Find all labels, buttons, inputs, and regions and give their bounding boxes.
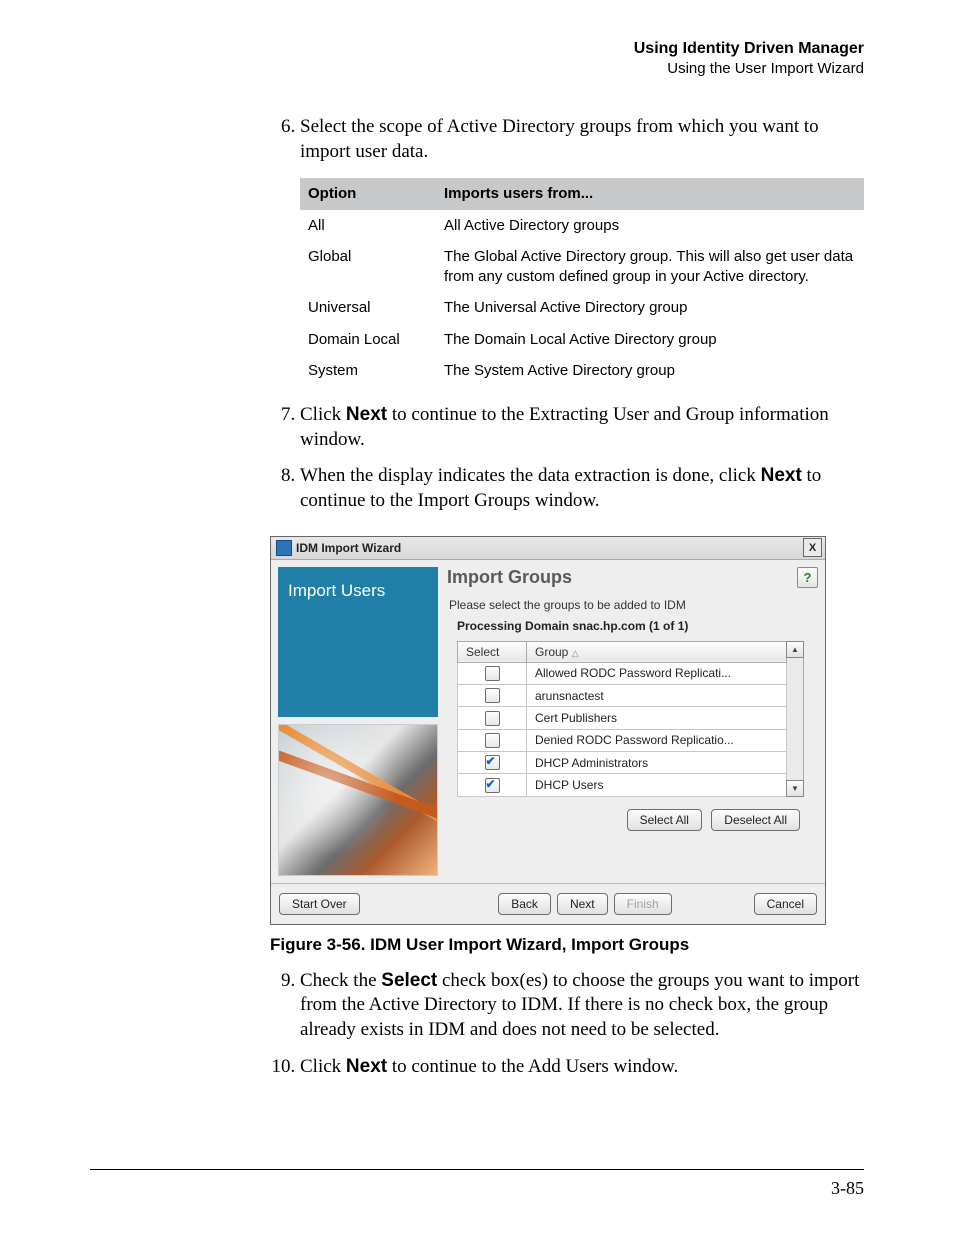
close-icon[interactable]: X	[803, 538, 822, 557]
app-icon	[276, 540, 292, 556]
checkbox[interactable]	[485, 778, 500, 793]
wizard-heading: Import Groups	[447, 567, 797, 588]
steps-list-2: Check the Select check box(es) to choose…	[270, 969, 864, 1080]
table-row: UniversalThe Universal Active Directory …	[300, 292, 864, 324]
checkbox[interactable]	[485, 733, 500, 748]
scroll-up-icon[interactable]: ▲	[786, 641, 804, 658]
table-row: Cert Publishers	[458, 707, 787, 729]
help-icon[interactable]: ?	[797, 567, 818, 588]
page-footer-rule	[90, 1169, 864, 1170]
step-6: Select the scope of Active Directory gro…	[300, 115, 864, 387]
checkbox[interactable]	[485, 666, 500, 681]
finish-button: Finish	[614, 893, 672, 915]
table-row: GlobalThe Global Active Directory group.…	[300, 241, 864, 292]
next-button[interactable]: Next	[557, 893, 608, 915]
table-row: DHCP Users	[458, 774, 787, 796]
group-name[interactable]: DHCP Users	[527, 774, 787, 796]
header-section: Using the User Import Wizard	[90, 60, 864, 77]
table-row: Domain LocalThe Domain Local Active Dire…	[300, 324, 864, 356]
processing-label: Processing Domain snac.hp.com (1 of 1)	[457, 619, 812, 633]
options-table: Option Imports users from... AllAll Acti…	[300, 178, 864, 387]
wizard-figure: IDM Import Wizard X Import Users Import …	[270, 536, 826, 925]
group-name[interactable]: DHCP Administrators	[527, 751, 787, 773]
window-title: IDM Import Wizard	[296, 541, 803, 555]
step-9: Check the Select check box(es) to choose…	[300, 969, 864, 1043]
page-number: 3-85	[90, 1178, 864, 1199]
table-row: AllAll Active Directory groups	[300, 210, 864, 242]
wizard-footer: Start Over Back Next Finish Cancel	[271, 883, 825, 924]
th-desc: Imports users from...	[436, 178, 864, 210]
scroll-down-icon[interactable]: ▼	[786, 780, 804, 797]
step-8: When the display indicates the data extr…	[300, 464, 864, 513]
th-option: Option	[300, 178, 436, 210]
table-row: DHCP Administrators	[458, 751, 787, 773]
checkbox[interactable]	[485, 711, 500, 726]
wizard-window: IDM Import Wizard X Import Users Import …	[270, 536, 826, 925]
col-group[interactable]: Group △	[527, 641, 787, 662]
figure-caption: Figure 3-56. IDM User Import Wizard, Imp…	[270, 935, 864, 955]
header-chapter: Using Identity Driven Manager	[90, 40, 864, 58]
start-over-button[interactable]: Start Over	[279, 893, 360, 915]
titlebar: IDM Import Wizard X	[271, 537, 825, 560]
steps-list: Select the scope of Active Directory gro…	[270, 115, 864, 514]
step-6-text: Select the scope of Active Directory gro…	[300, 116, 819, 162]
table-row: SystemThe System Active Directory group	[300, 355, 864, 387]
scrollbar[interactable]: ▲ ▼	[787, 641, 804, 797]
table-row: Denied RODC Password Replicatio...	[458, 729, 787, 751]
step-7: Click Next to continue to the Extracting…	[300, 403, 864, 452]
select-all-button[interactable]: Select All	[627, 809, 702, 831]
sort-icon: △	[572, 648, 579, 658]
page-header: Using Identity Driven Manager Using the …	[90, 40, 864, 77]
cancel-button[interactable]: Cancel	[754, 893, 817, 915]
group-name[interactable]: Denied RODC Password Replicatio...	[527, 729, 787, 751]
side-image	[278, 724, 438, 876]
side-banner: Import Users	[278, 567, 438, 717]
checkbox[interactable]	[485, 688, 500, 703]
back-button[interactable]: Back	[498, 893, 551, 915]
wizard-instruction: Please select the groups to be added to …	[449, 598, 816, 612]
group-name[interactable]: Allowed RODC Password Replicati...	[527, 662, 787, 684]
deselect-all-button[interactable]: Deselect All	[711, 809, 800, 831]
step-10: Click Next to continue to the Add Users …	[300, 1055, 864, 1080]
table-row: Allowed RODC Password Replicati...	[458, 662, 787, 684]
groups-table: Select Group △ Allowed RODC Password Rep…	[457, 641, 787, 797]
table-row: arunsnactest	[458, 684, 787, 706]
group-name[interactable]: Cert Publishers	[527, 707, 787, 729]
checkbox[interactable]	[485, 755, 500, 770]
group-name[interactable]: arunsnactest	[527, 684, 787, 706]
col-select[interactable]: Select	[458, 641, 527, 662]
